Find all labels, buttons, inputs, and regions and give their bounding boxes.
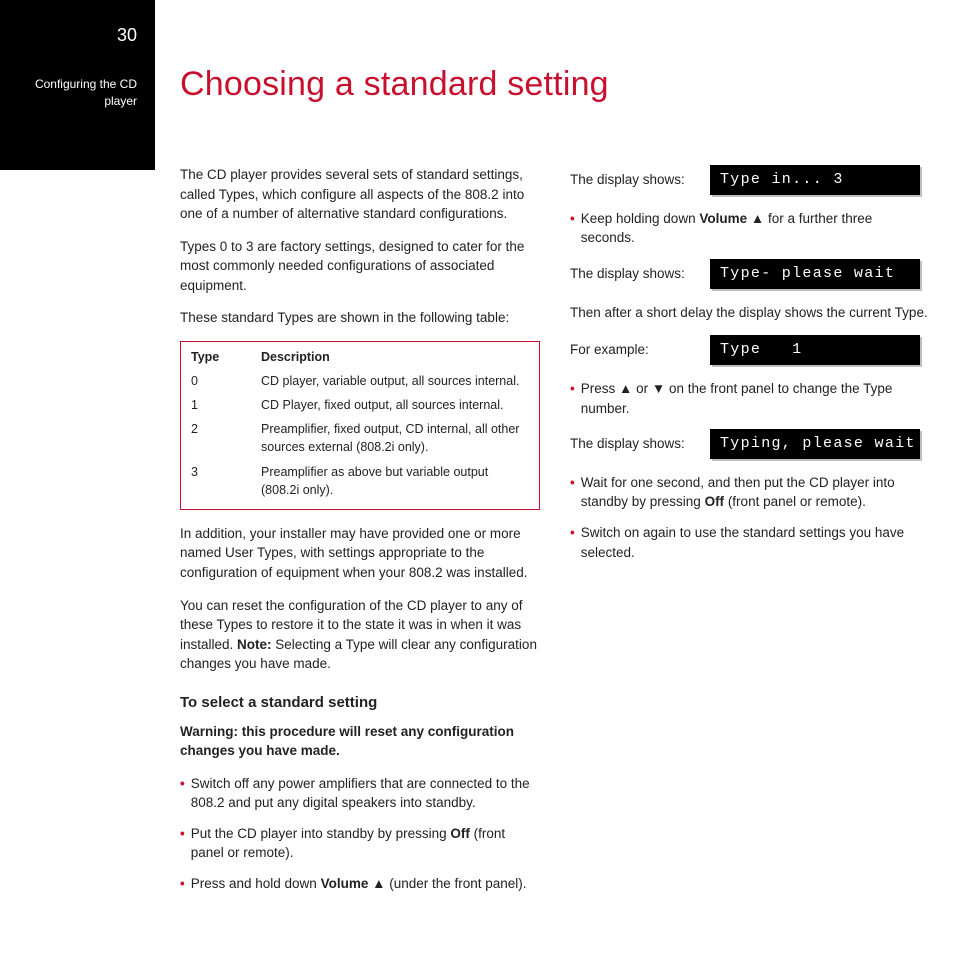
table-row: 2 Preamplifier, fixed output, CD interna… — [191, 420, 529, 456]
lcd-display: Type 1 — [710, 335, 920, 365]
paragraph: These standard Types are shown in the fo… — [180, 308, 540, 328]
content: The CD player provides several sets of s… — [180, 165, 930, 904]
table-row: 3 Preamplifier as above but variable out… — [191, 463, 529, 499]
display-line: The display shows: Typing, please wait — [570, 429, 930, 459]
lcd-display: Type in... 3 — [710, 165, 920, 195]
page-number: 30 — [0, 25, 137, 46]
bullet-item: • Put the CD player into standby by pres… — [180, 824, 540, 863]
bullet-icon: • — [570, 379, 575, 418]
paragraph: The CD player provides several sets of s… — [180, 165, 540, 224]
column-left: The CD player provides several sets of s… — [180, 165, 540, 904]
paragraph: In addition, your installer may have pro… — [180, 524, 540, 583]
lcd-display: Type- please wait — [710, 259, 920, 289]
bullet-item: • Switch on again to use the standard se… — [570, 523, 930, 562]
bullet-icon: • — [180, 824, 185, 863]
bullet-icon: • — [180, 774, 185, 813]
display-line: The display shows: Type in... 3 — [570, 165, 930, 195]
page-title: Choosing a standard setting — [180, 65, 609, 104]
table-row: 0 CD player, variable output, all source… — [191, 372, 529, 390]
section-label: Configuring the CD player — [0, 76, 137, 110]
warning-text: Warning: this procedure will reset any c… — [180, 722, 540, 761]
paragraph: Then after a short delay the display sho… — [570, 303, 930, 323]
display-line: The display shows: Type- please wait — [570, 259, 930, 289]
bullet-item: • Switch off any power amplifiers that a… — [180, 774, 540, 813]
sidebar: 30 Configuring the CD player — [0, 0, 155, 170]
bullet-icon: • — [570, 523, 575, 562]
bullet-icon: • — [570, 473, 575, 512]
table-row: 1 CD Player, fixed output, all sources i… — [191, 396, 529, 414]
bullet-item: • Press ▲ or ▼ on the front panel to cha… — [570, 379, 930, 418]
table-header: Type Description — [191, 348, 529, 366]
bullet-item: • Keep holding down Volume ▲ for a furth… — [570, 209, 930, 248]
paragraph: Types 0 to 3 are factory settings, desig… — [180, 237, 540, 296]
bullet-item: • Press and hold down Volume ▲ (under th… — [180, 874, 540, 894]
paragraph: You can reset the configuration of the C… — [180, 596, 540, 674]
lcd-display: Typing, please wait — [710, 429, 920, 459]
types-table: Type Description 0 CD player, variable o… — [180, 341, 540, 510]
column-right: The display shows: Type in... 3 • Keep h… — [570, 165, 930, 904]
subheading: To select a standard setting — [180, 692, 540, 714]
bullet-icon: • — [180, 874, 185, 894]
bullet-item: • Wait for one second, and then put the … — [570, 473, 930, 512]
display-line: For example: Type 1 — [570, 335, 930, 365]
bullet-icon: • — [570, 209, 575, 248]
